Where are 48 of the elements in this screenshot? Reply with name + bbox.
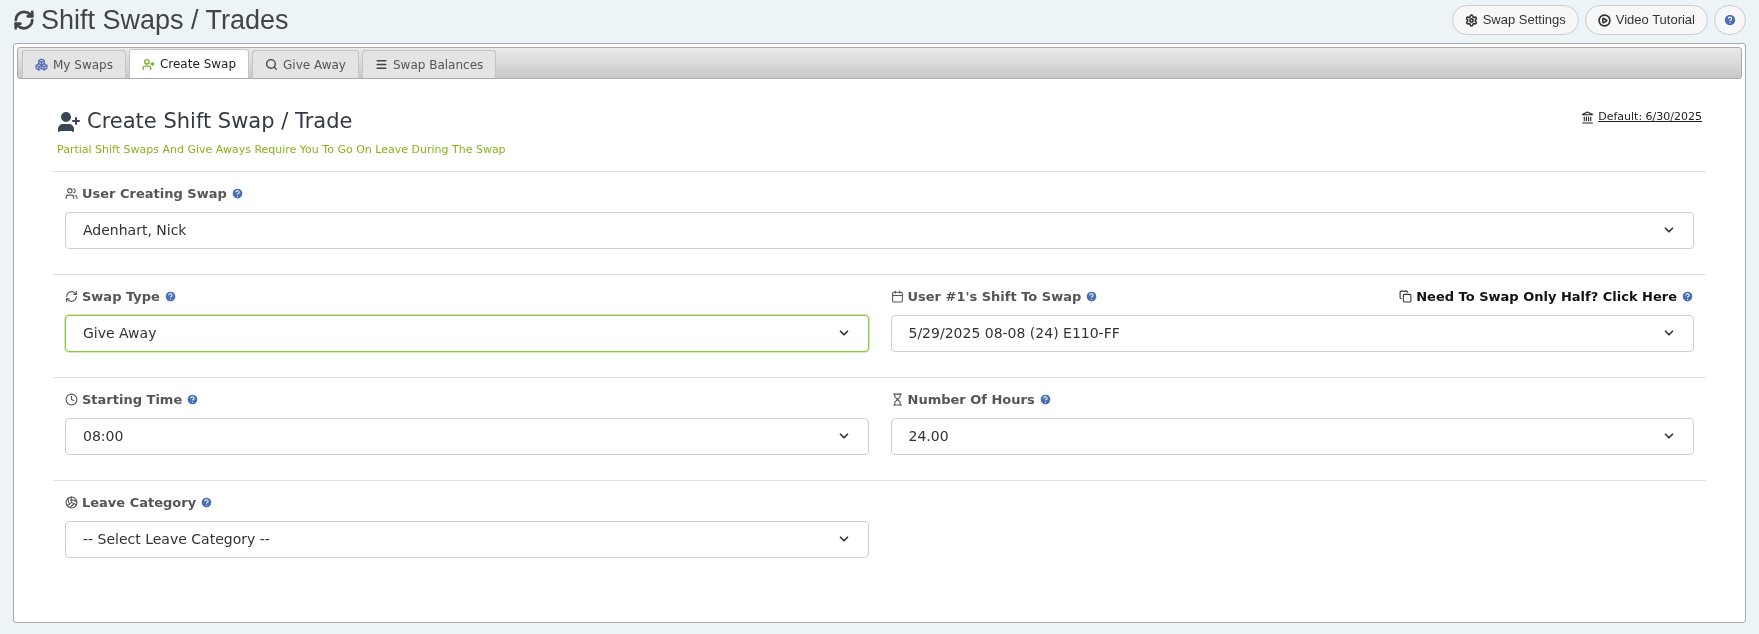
help-icon[interactable] (1085, 290, 1099, 303)
field-label: Swap Type (82, 287, 160, 306)
help-icon[interactable] (1681, 290, 1694, 303)
form-heading: Create Shift Swap / Trade (87, 108, 353, 136)
tab[interactable]: Give Away (252, 50, 359, 78)
tab[interactable]: My Swaps (22, 50, 126, 78)
form-note: Partial Shift Swaps And Give Aways Require You To Go On Leave During The Swap (56, 142, 507, 158)
help-icon (1723, 13, 1737, 27)
refresh-icon (65, 290, 78, 303)
video-tutorial-button[interactable]: Video Tutorial (1584, 5, 1708, 35)
field-label: Leave Category (82, 493, 197, 512)
select-field[interactable]: -- Select Leave Category -- (65, 520, 869, 558)
tab[interactable]: Swap Balances (361, 50, 497, 78)
help-icon[interactable] (230, 187, 244, 200)
tab-icon (35, 58, 48, 71)
select-field[interactable]: Adenhart, Nick (65, 211, 1694, 249)
field-label: Starting Time (82, 390, 183, 409)
help-icon[interactable] (1038, 393, 1052, 406)
bank-icon (1581, 110, 1595, 124)
swap-settings-button[interactable]: Swap Settings (1451, 5, 1579, 35)
select-field[interactable]: 24.00 (890, 417, 1694, 455)
clock-icon (65, 393, 78, 406)
hourglass-icon (890, 393, 904, 406)
calendar-icon (890, 290, 904, 303)
tab-icon (374, 58, 388, 71)
select-field[interactable]: 5/29/2025 08-08 (24) E110-FF (890, 314, 1694, 352)
field-label: Number Of Hours (907, 390, 1035, 409)
play-icon (1597, 13, 1611, 27)
field-label: User #1's Shift To Swap (907, 287, 1082, 306)
help-button[interactable] (1714, 5, 1746, 35)
select-field[interactable]: 08:00 (65, 417, 869, 455)
page-title: Shift Swaps / Trades (41, 3, 289, 37)
tab[interactable]: Create Swap (128, 49, 250, 78)
tab-icon (141, 57, 155, 71)
copy-icon (1399, 290, 1413, 303)
gears-icon (1464, 13, 1478, 27)
help-icon[interactable] (163, 290, 177, 303)
help-icon[interactable] (186, 393, 200, 406)
default-date-link[interactable]: Default: 6/30/2025 (1598, 109, 1702, 126)
swap-half-link[interactable]: Need To Swap Only Half? Click Here (1416, 286, 1677, 307)
select-field[interactable]: Give Away (65, 314, 869, 352)
tab-icon (265, 58, 279, 71)
ball-icon (65, 496, 78, 509)
help-icon[interactable] (200, 496, 214, 509)
field-label: User Creating Swap (82, 184, 227, 203)
refresh-icon (13, 9, 35, 31)
user-plus-icon (57, 110, 81, 134)
users-icon (65, 187, 78, 200)
